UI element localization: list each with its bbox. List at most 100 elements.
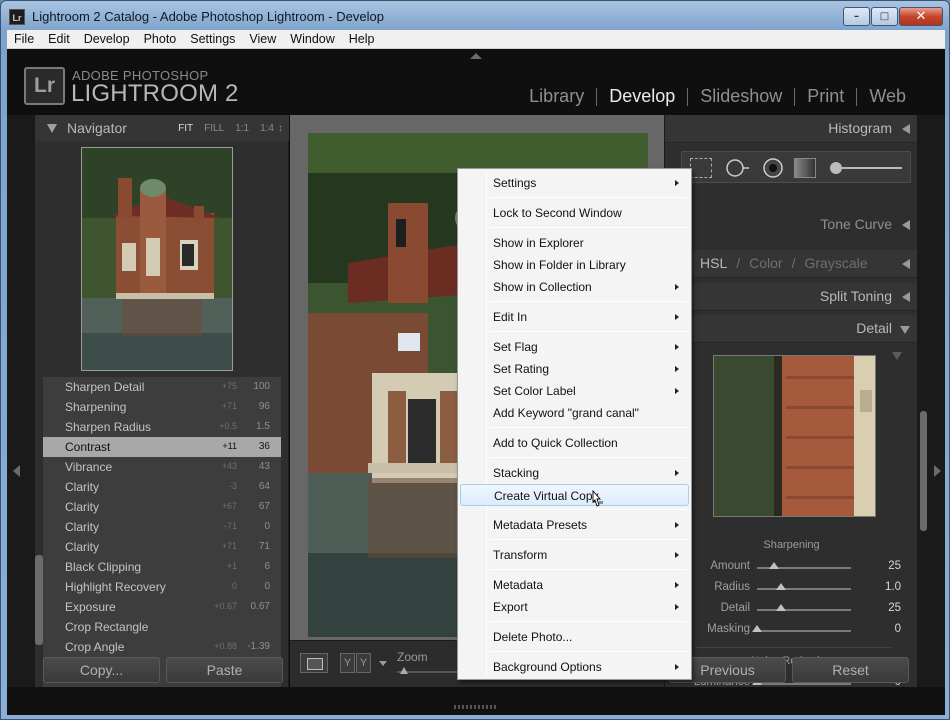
slider-knob[interactable] bbox=[752, 625, 762, 632]
panel-collapse-icon[interactable] bbox=[902, 124, 910, 134]
history-item[interactable]: Sharpen Radius +0.5 1.5 bbox=[43, 417, 281, 437]
spot-removal-icon[interactable] bbox=[724, 157, 750, 179]
history-item[interactable]: Vibrance +43 43 bbox=[43, 457, 281, 477]
menu-item-stacking[interactable]: Stacking bbox=[460, 462, 689, 484]
zoom-option-fill[interactable]: FILL bbox=[204, 123, 224, 134]
panel-collapse-icon[interactable] bbox=[902, 259, 910, 269]
module-web[interactable]: Web bbox=[869, 86, 906, 107]
menu-item-lock-to-second-window[interactable]: Lock to Second Window bbox=[460, 202, 689, 224]
history-item[interactable]: Clarity +67 67 bbox=[43, 497, 281, 517]
detail-preview-toggle-icon[interactable] bbox=[892, 352, 902, 360]
detail-header[interactable]: Detail bbox=[665, 315, 918, 343]
slider-track[interactable] bbox=[757, 683, 851, 685]
slider-knob[interactable] bbox=[768, 562, 779, 569]
graduated-filter-icon[interactable] bbox=[794, 158, 816, 178]
menu-item-show-in-folder-in-library[interactable]: Show in Folder in Library bbox=[460, 254, 689, 276]
panel-expand-icon[interactable] bbox=[900, 326, 910, 334]
maximize-icon[interactable]: □ bbox=[871, 7, 898, 26]
menu-item-background-options[interactable]: Background Options bbox=[460, 656, 689, 678]
histogram-header[interactable]: Histogram bbox=[665, 115, 918, 143]
history-item[interactable]: Crop Angle +0.88 -1.39 bbox=[43, 637, 281, 657]
menu-item-set-flag[interactable]: Set Flag bbox=[460, 336, 689, 358]
collapse-triangle-icon[interactable] bbox=[47, 124, 57, 133]
history-item[interactable]: Clarity -71 0 bbox=[43, 517, 281, 537]
menu-item-transform[interactable]: Transform bbox=[460, 544, 689, 566]
loupe-view-icon[interactable] bbox=[300, 653, 328, 673]
slider-track[interactable] bbox=[757, 588, 851, 590]
tone-curve-header[interactable]: Tone Curve bbox=[665, 219, 918, 237]
zoom-options-dropdown-icon[interactable]: ↕ bbox=[278, 123, 283, 134]
slider-value[interactable]: 0 bbox=[895, 623, 901, 635]
title-bar[interactable]: Lr Lightroom 2 Catalog - Adobe Photoshop… bbox=[1, 1, 949, 31]
menu-item-metadata-presets[interactable]: Metadata Presets bbox=[460, 514, 689, 536]
module-develop[interactable]: Develop bbox=[609, 86, 675, 107]
zoom-option-1-1[interactable]: 1:1 bbox=[235, 123, 249, 134]
left-scrollbar[interactable] bbox=[35, 555, 43, 645]
top-panel-toggle-icon[interactable] bbox=[470, 53, 482, 59]
menu-item-set-rating[interactable]: Set Rating bbox=[460, 358, 689, 380]
filmstrip-grip[interactable] bbox=[454, 705, 498, 709]
close-icon[interactable]: ✕ bbox=[899, 7, 943, 26]
menu-help[interactable]: Help bbox=[342, 30, 382, 48]
navigator-header[interactable]: Navigator FIT FILL 1:1 1:4 ↕ bbox=[35, 115, 289, 141]
module-print[interactable]: Print bbox=[807, 86, 844, 107]
before-after-button[interactable]: Y bbox=[356, 653, 371, 673]
history-item[interactable]: Clarity +71 71 bbox=[43, 537, 281, 557]
crop-tool-icon[interactable] bbox=[690, 158, 712, 178]
split-toning-header[interactable]: Split Toning bbox=[665, 283, 918, 311]
zoom-slider-knob[interactable] bbox=[400, 667, 408, 674]
menu-view[interactable]: View bbox=[242, 30, 283, 48]
slider-value[interactable]: 25 bbox=[888, 602, 901, 614]
history-list[interactable]: Sharpen Detail +75 100 Sharpening +71 96 Sharp… bbox=[43, 377, 281, 695]
history-item[interactable]: Sharpen Detail +75 100 bbox=[43, 377, 281, 397]
menu-item-edit-in[interactable]: Edit In bbox=[460, 306, 689, 328]
left-panel-toggle-icon[interactable] bbox=[13, 465, 20, 477]
menu-item-show-in-explorer[interactable]: Show in Explorer bbox=[460, 232, 689, 254]
menu-edit[interactable]: Edit bbox=[41, 30, 77, 48]
menu-item-export[interactable]: Export bbox=[460, 596, 689, 618]
menu-item-show-in-collection[interactable]: Show in Collection bbox=[460, 276, 689, 298]
zoom-option-1-4[interactable]: 1:4 bbox=[260, 123, 274, 134]
slider-value[interactable]: 25 bbox=[888, 560, 901, 572]
history-item[interactable]: Black Clipping +1 6 bbox=[43, 557, 281, 577]
menu-item-add-keyword-grand-canal[interactable]: Add Keyword "grand canal" bbox=[460, 402, 689, 424]
slider-track[interactable] bbox=[757, 630, 851, 632]
panel-collapse-icon[interactable] bbox=[902, 292, 910, 302]
menu-item-create-virtual-copy[interactable]: Create Virtual Copy bbox=[460, 484, 689, 506]
minimize-icon[interactable]: – bbox=[843, 7, 870, 26]
menu-file[interactable]: File bbox=[7, 30, 41, 48]
history-item[interactable]: Crop Rectangle bbox=[43, 617, 281, 637]
hsl-header[interactable]: HSL / Color / Grayscale bbox=[665, 250, 918, 278]
before-after-button[interactable]: Y bbox=[340, 653, 355, 673]
right-scrollbar[interactable] bbox=[920, 411, 927, 531]
menu-photo[interactable]: Photo bbox=[137, 30, 184, 48]
adjustment-brush-icon[interactable] bbox=[828, 157, 904, 179]
tab-hsl[interactable]: HSL bbox=[700, 255, 727, 271]
menu-settings[interactable]: Settings bbox=[183, 30, 242, 48]
slider-value[interactable]: 1.0 bbox=[885, 581, 901, 593]
slider-knob[interactable] bbox=[775, 604, 786, 611]
history-item[interactable]: Clarity -3 64 bbox=[43, 477, 281, 497]
menu-item-delete-photo[interactable]: Delete Photo... bbox=[460, 626, 689, 648]
right-panel-toggle-icon[interactable] bbox=[934, 465, 941, 477]
panel-collapse-icon[interactable] bbox=[902, 220, 910, 230]
detail-preview[interactable] bbox=[713, 355, 876, 517]
menu-item-metadata[interactable]: Metadata bbox=[460, 574, 689, 596]
history-item[interactable]: Exposure +0.67 0.67 bbox=[43, 597, 281, 617]
menu-item-set-color-label[interactable]: Set Color Label bbox=[460, 380, 689, 402]
reset-button[interactable]: Reset bbox=[792, 657, 909, 683]
history-item[interactable]: Sharpening +71 96 bbox=[43, 397, 281, 417]
history-item[interactable]: Highlight Recovery 0 0 bbox=[43, 577, 281, 597]
menu-window[interactable]: Window bbox=[283, 30, 341, 48]
slider-knob[interactable] bbox=[775, 583, 786, 590]
zoom-option-fit[interactable]: FIT bbox=[178, 123, 193, 134]
navigator-preview[interactable] bbox=[81, 147, 233, 371]
copy-button[interactable]: Copy... bbox=[43, 657, 160, 683]
slider-track[interactable] bbox=[757, 609, 851, 611]
module-slideshow[interactable]: Slideshow bbox=[700, 86, 782, 107]
red-eye-icon[interactable] bbox=[762, 157, 784, 179]
tab-color[interactable]: Color bbox=[749, 255, 782, 271]
menu-develop[interactable]: Develop bbox=[77, 30, 137, 48]
menu-item-add-to-quick-collection[interactable]: Add to Quick Collection bbox=[460, 432, 689, 454]
menu-item-settings[interactable]: Settings bbox=[460, 172, 689, 194]
